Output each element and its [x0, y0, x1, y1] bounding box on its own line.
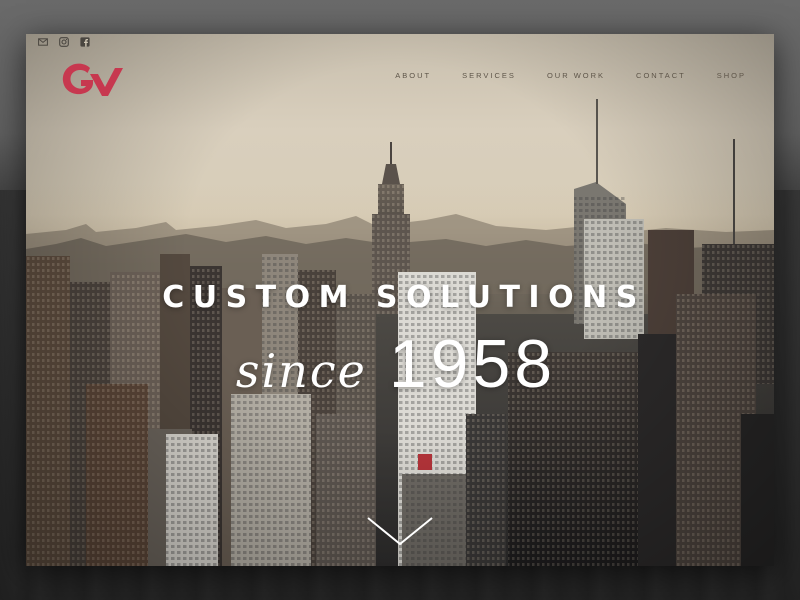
nav-about[interactable]: ABOUT	[395, 71, 431, 80]
facebook-icon[interactable]	[80, 37, 90, 47]
hero-title: CUSTOM SOLUTIONS	[162, 280, 646, 315]
hero-since: since	[235, 344, 367, 398]
nav-shop[interactable]: SHOP	[717, 71, 746, 80]
nav-services[interactable]: SERVICES	[462, 71, 516, 80]
instagram-icon[interactable]	[59, 37, 69, 47]
website-window: ABOUT SERVICES OUR WORK CONTACT SHOP CUS…	[26, 34, 774, 566]
hero-tagline: since 1958	[26, 330, 774, 398]
social-links	[38, 37, 90, 47]
chevron-down-icon[interactable]	[366, 516, 434, 546]
main-nav: ABOUT SERVICES OUR WORK CONTACT SHOP	[395, 71, 746, 80]
mail-icon[interactable]	[38, 37, 48, 47]
nav-our-work[interactable]: OUR WORK	[547, 71, 605, 80]
hero-year: 1958	[388, 326, 557, 402]
nav-contact[interactable]: CONTACT	[636, 71, 686, 80]
gv-logo[interactable]	[60, 60, 124, 102]
